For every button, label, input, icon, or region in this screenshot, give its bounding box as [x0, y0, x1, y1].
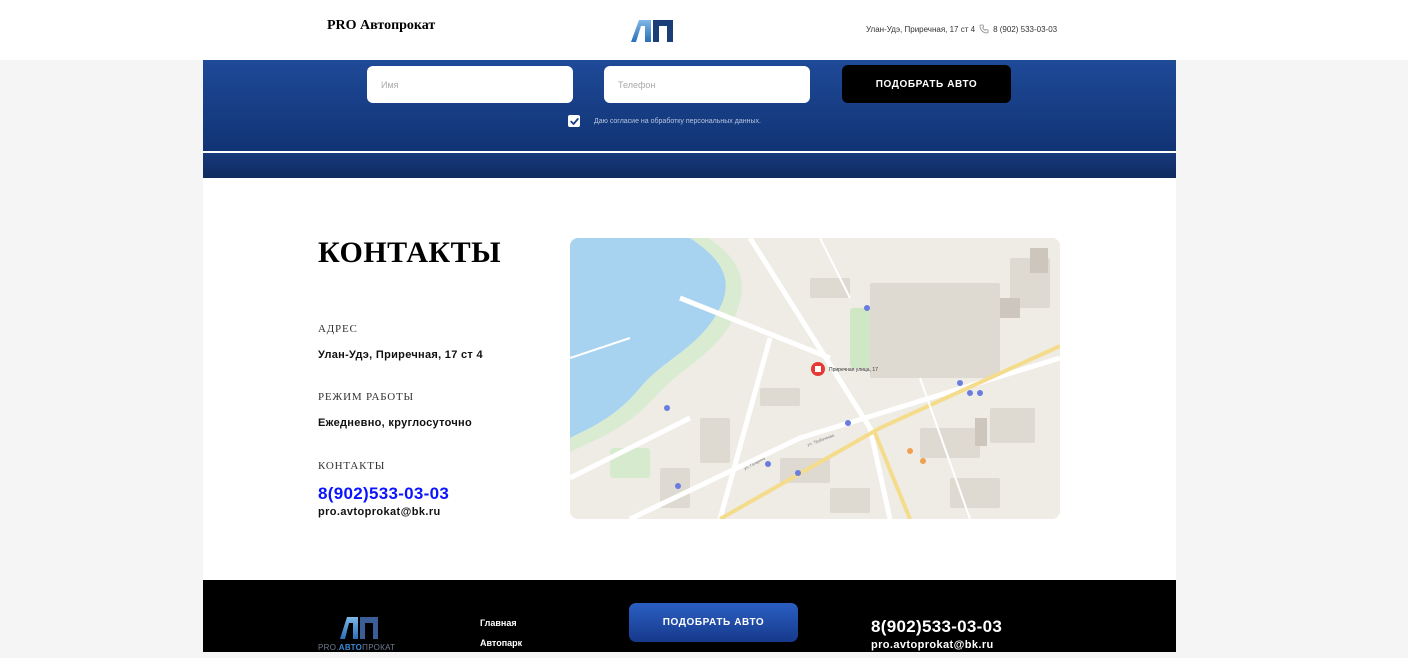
- map-canvas[interactable]: Приречная улица, 17 ул. Гагарина ул. Тру…: [570, 238, 1060, 519]
- contacts-title: КОНТАКТЫ: [318, 236, 502, 269]
- address-value: Улан-Удэ, Приречная, 17 ст 4: [318, 349, 483, 361]
- phone-icon: [979, 24, 989, 34]
- hours-value: Ежедневно, круглосуточно: [318, 417, 473, 429]
- footer-phone-link[interactable]: 8(902)533-03-03: [871, 617, 1002, 637]
- consent-row: Даю согласие на обработку персональных д…: [568, 115, 761, 127]
- footer-nav: Главная Автопарк: [480, 618, 522, 658]
- pick-car-button[interactable]: ПОДОБРАТЬ АВТО: [842, 65, 1011, 103]
- footer-logo-avto: АВТО: [338, 643, 363, 652]
- checkmark-icon: [569, 117, 579, 125]
- contacts-label: КОНТАКТЫ: [318, 460, 386, 472]
- location-map[interactable]: Приречная улица, 17 ул. Гагарина ул. Тру…: [570, 238, 1060, 519]
- header-phone[interactable]: 8 (902) 533-03-03: [993, 25, 1057, 34]
- footer-nav-main[interactable]: Главная: [480, 618, 522, 628]
- brand-name[interactable]: PRO Автопрокат: [327, 18, 435, 34]
- header-address: Улан-Удэ, Приречная, 17 ст 4: [866, 24, 976, 34]
- consent-checkbox[interactable]: [568, 115, 580, 127]
- map-marker-icon[interactable]: [811, 362, 825, 376]
- footer-email-link[interactable]: pro.avtoprokat@bk.ru: [871, 639, 994, 651]
- band-bottom-strip: [203, 153, 1176, 178]
- ap-logo-icon[interactable]: [629, 18, 675, 42]
- footer-logo-prokat: ПРОКАТ: [362, 643, 396, 652]
- address-label: АДРЕС: [318, 323, 358, 335]
- contact-email-link[interactable]: pro.avtoprokat@bk.ru: [318, 506, 441, 518]
- contact-phone-link[interactable]: 8(902)533-03-03: [318, 484, 449, 504]
- phone-input[interactable]: [604, 66, 810, 103]
- footer-nav-fleet[interactable]: Автопарк: [480, 638, 522, 648]
- name-input[interactable]: [367, 66, 573, 103]
- header-contact: Улан-Удэ, Приречная, 17 ст 4 8 (902) 533…: [866, 24, 1057, 34]
- site-header: PRO Автопрокат Улан-Удэ, Приречная, 17 с…: [0, 0, 1408, 60]
- hours-label: РЕЖИМ РАБОТЫ: [318, 391, 414, 403]
- footer-logo-text: PRO.АВТОПРОКАТ: [318, 643, 395, 652]
- consent-label: Даю согласие на обработку персональных д…: [594, 117, 761, 125]
- map-marker-label: Приречная улица, 17: [829, 367, 878, 373]
- footer-pick-car-button[interactable]: ПОДОБРАТЬ АВТО: [629, 603, 798, 642]
- footer-logo-pro: PRO.: [318, 643, 339, 652]
